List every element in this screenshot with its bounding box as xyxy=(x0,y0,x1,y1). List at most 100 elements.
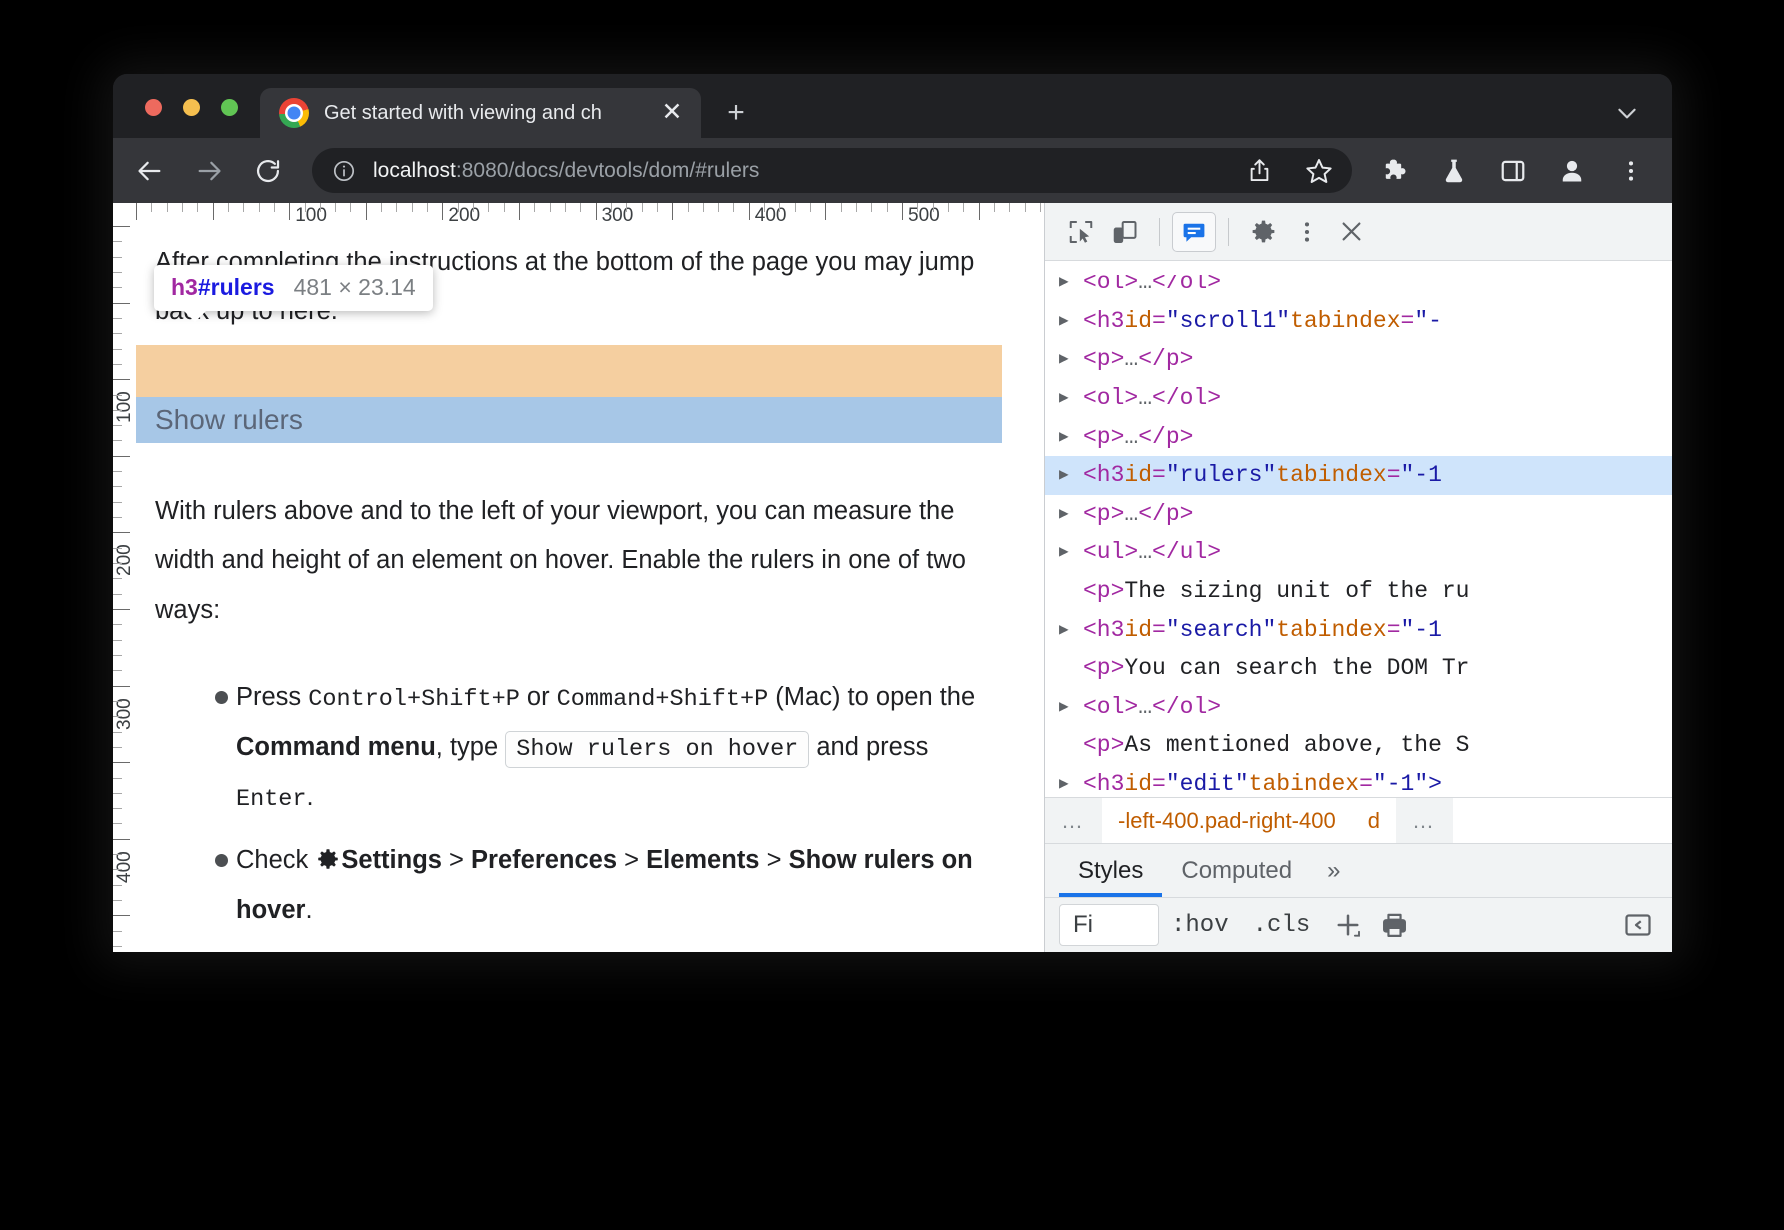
breadcrumb[interactable]: … -left-400.pad-right-400 d … xyxy=(1045,797,1672,843)
dom-tree-row[interactable]: ▶<p>As mentioned above, the S xyxy=(1045,726,1672,765)
gear-icon[interactable] xyxy=(1241,212,1285,252)
dom-token-tag: <p> xyxy=(1083,732,1124,758)
dom-tree-row[interactable]: ▶<ul>…</ul> xyxy=(1045,533,1672,572)
sidebar-toggle-icon[interactable] xyxy=(1618,906,1658,944)
dom-token-tag: = xyxy=(1152,771,1166,797)
breadcrumb-item-main[interactable]: -left-400.pad-right-400 xyxy=(1102,798,1352,844)
dom-token-tag: <h3 xyxy=(1083,617,1124,643)
dom-token-tag: <h3 xyxy=(1083,462,1124,488)
dom-tree-row[interactable]: ▶<ol>…</ol> xyxy=(1045,688,1672,727)
dom-tree-row-selected[interactable]: ▶<h3 id="rulers" tabindex="-1 xyxy=(1045,456,1672,495)
dom-tree-row[interactable]: ▶<h3 id="edit" tabindex="-1"> xyxy=(1045,765,1672,797)
ruler-label: 100 xyxy=(114,391,136,423)
star-icon[interactable] xyxy=(1304,156,1334,186)
expand-arrow-icon[interactable]: ▶ xyxy=(1059,274,1083,290)
dom-tree-row[interactable]: ▶<p>…</p> xyxy=(1045,495,1672,534)
expand-arrow-icon[interactable]: ▶ xyxy=(1059,467,1083,483)
share-icon[interactable] xyxy=(1244,156,1274,186)
tab-title: Get started with viewing and ch xyxy=(324,102,642,125)
expand-arrow-icon[interactable]: ▶ xyxy=(1059,699,1083,715)
breadcrumb-overflow-right[interactable]: … xyxy=(1396,798,1453,844)
forward-arrow-icon[interactable] xyxy=(194,156,224,186)
plus-icon[interactable] xyxy=(1328,906,1368,944)
tab-computed[interactable]: Computed xyxy=(1162,844,1311,897)
dom-tree[interactable]: ▶<ol>…</ol> ▶<h3 id="scroll1" tabindex="-… xyxy=(1045,261,1672,797)
cls-toggle[interactable]: .cls xyxy=(1241,912,1323,939)
dom-token-val: "-1"> xyxy=(1373,771,1442,797)
close-icon[interactable]: ✕ xyxy=(659,100,685,126)
kebab-menu-icon[interactable] xyxy=(1616,156,1646,186)
more-tabs-icon[interactable]: » xyxy=(1311,844,1356,897)
ai-chat-icon[interactable] xyxy=(1172,212,1216,252)
expand-arrow-icon[interactable]: ▶ xyxy=(1059,390,1083,406)
dom-token-ell: … xyxy=(1124,424,1138,450)
minimize-window-button[interactable] xyxy=(183,99,200,116)
ruler-tick xyxy=(795,203,796,212)
ruler-tick xyxy=(228,203,229,212)
ruler-tick xyxy=(113,303,130,304)
browser-tab-active[interactable]: Get started with viewing and ch ✕ xyxy=(260,88,701,138)
flask-icon[interactable] xyxy=(1439,156,1469,186)
breadcrumb-overflow[interactable]: … xyxy=(1045,798,1102,844)
dom-tree-row[interactable]: ▶<p>…</p> xyxy=(1045,417,1672,456)
dom-token-tag: <ul> xyxy=(1083,539,1138,565)
dom-token-tag: <p> xyxy=(1083,501,1124,527)
expand-arrow-icon[interactable]: ▶ xyxy=(1059,622,1083,638)
back-arrow-icon[interactable] xyxy=(135,156,165,186)
ruler-tick xyxy=(113,532,130,533)
reload-icon[interactable] xyxy=(253,156,283,186)
instruction-list: Press Control+Shift+P or Command+Shift+P… xyxy=(136,635,1044,935)
bullet-2-sep1: > xyxy=(442,846,471,874)
close-icon[interactable] xyxy=(1329,212,1373,252)
side-panel-icon[interactable] xyxy=(1498,156,1528,186)
info-circle-icon[interactable] xyxy=(332,159,356,183)
dom-tree-row[interactable]: ▶<p>You can search the DOM Tr xyxy=(1045,649,1672,688)
dom-tree-row[interactable]: ▶<p>The sizing unit of the ru xyxy=(1045,572,1672,611)
close-window-button[interactable] xyxy=(145,99,162,116)
print-media-icon[interactable] xyxy=(1374,906,1414,944)
device-toolbar-icon[interactable] xyxy=(1103,212,1147,252)
dom-tree-row[interactable]: ▶<h3 id="scroll1" tabindex="- xyxy=(1045,302,1672,341)
ruler-tick xyxy=(366,203,367,220)
maximize-window-button[interactable] xyxy=(221,99,238,116)
expand-arrow-icon[interactable]: ▶ xyxy=(1059,313,1083,329)
expand-arrow-icon[interactable]: ▶ xyxy=(1059,544,1083,560)
element-highlight-overlay: Show rulers xyxy=(136,397,1002,443)
address-bar[interactable]: localhost:8080/docs/devtools/dom/#rulers xyxy=(312,148,1352,193)
dom-tree-row[interactable]: ▶<p>…</p> xyxy=(1045,340,1672,379)
ruler-tick xyxy=(113,762,130,763)
puzzle-icon[interactable] xyxy=(1380,156,1410,186)
dom-token-tag: <h3 xyxy=(1083,771,1124,797)
tooltip-tag-name: h3 xyxy=(171,274,198,300)
expand-arrow-icon[interactable]: ▶ xyxy=(1059,776,1083,792)
expand-arrow-icon[interactable]: ▶ xyxy=(1059,506,1083,522)
avatar-icon[interactable] xyxy=(1557,156,1587,186)
ruler-tick xyxy=(113,931,122,932)
expand-arrow-icon[interactable]: ▶ xyxy=(1059,429,1083,445)
expand-arrow-icon[interactable]: ▶ xyxy=(1059,351,1083,367)
ruler-tick xyxy=(259,203,260,212)
chevron-down-icon[interactable] xyxy=(1614,100,1640,126)
bullet-1-middle3: , type xyxy=(436,733,505,761)
address-bar-url: localhost:8080/docs/devtools/dom/#rulers xyxy=(373,159,759,183)
kebab-menu-icon[interactable] xyxy=(1285,212,1329,252)
ruler-tick xyxy=(596,203,597,220)
ruler-tick xyxy=(113,747,122,748)
dom-tree-row[interactable]: ▶<h3 id="search" tabindex="-1 xyxy=(1045,610,1672,649)
new-tab-button[interactable]: + xyxy=(720,97,752,129)
ruler-tick xyxy=(113,885,122,886)
ruler-tick xyxy=(733,203,734,212)
dom-token-attr: tabindex xyxy=(1276,462,1386,488)
element-info-tooltip: h3#rulers 481 × 23.14 xyxy=(154,265,433,311)
tab-styles[interactable]: Styles xyxy=(1059,844,1162,897)
ruler-tick xyxy=(841,203,842,212)
ruler-tick xyxy=(113,486,122,487)
styles-filter-input[interactable]: Fi xyxy=(1059,904,1159,946)
dom-token-val: "rulers" xyxy=(1166,462,1276,488)
breadcrumb-item-next[interactable]: d xyxy=(1352,798,1396,844)
inspect-cursor-icon[interactable] xyxy=(1059,212,1103,252)
ruler-tick xyxy=(274,203,275,212)
dom-tree-row[interactable]: ▶<ol>…</ol> xyxy=(1045,379,1672,418)
hov-toggle[interactable]: :hov xyxy=(1159,912,1241,939)
toolbar-divider xyxy=(1159,218,1160,246)
